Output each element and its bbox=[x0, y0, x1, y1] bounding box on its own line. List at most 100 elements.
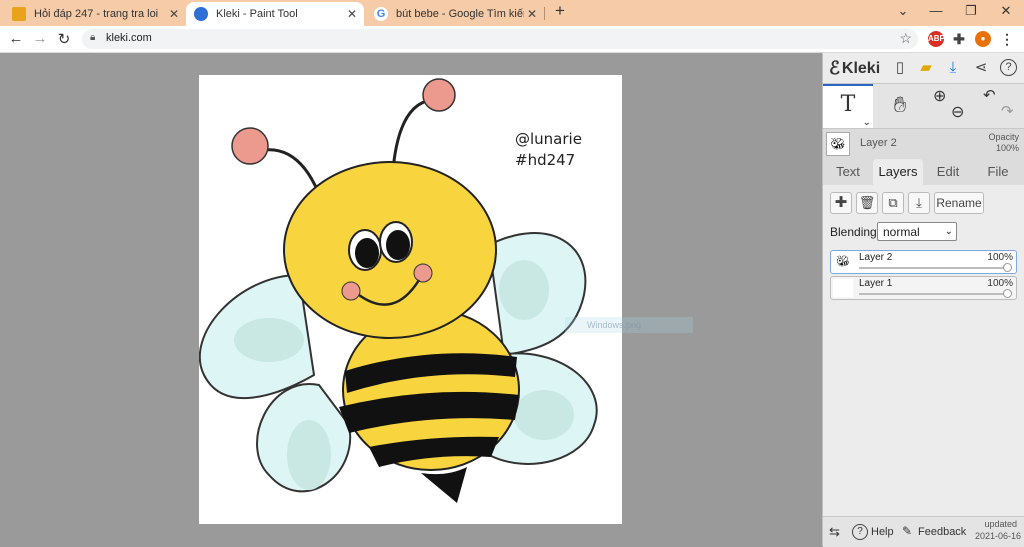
feedback-icon: ✎ bbox=[902, 524, 913, 538]
kleki-top-bar: ℰ Kleki ▯ ▰ ⤓ ⋖ ? bbox=[823, 53, 1024, 84]
tab-edit[interactable]: Edit bbox=[927, 159, 969, 185]
google-favicon-icon: G bbox=[374, 7, 388, 21]
layer-row[interactable]: Layer 1 100% bbox=[830, 276, 1017, 300]
kleki-logo-icon: ℰ bbox=[829, 58, 840, 78]
kleki-side-panel: ℰ Kleki ▯ ▰ ⤓ ⋖ ? T ⌄ ✋︎ ⊕ ⊖ ↶ ↷ 🐝︎ Laye… bbox=[822, 53, 1024, 547]
layer-opacity-slider[interactable] bbox=[859, 293, 1009, 295]
close-tab-icon[interactable]: ✕ bbox=[524, 7, 540, 21]
delete-layer-icon[interactable]: 🗑︎ bbox=[856, 192, 878, 214]
drawing-canvas[interactable]: @lunarie #hd247 bbox=[198, 75, 622, 524]
layer-name: Layer 1 bbox=[859, 278, 893, 289]
extensions-puzzle-icon[interactable]: ✚ bbox=[951, 31, 967, 47]
help-icon: ? bbox=[852, 524, 868, 540]
tab-file[interactable]: File bbox=[977, 159, 1019, 185]
current-layer-info: 🐝︎ Layer 2 Opacity 100% bbox=[823, 129, 1024, 159]
tab-title: Kleki - Paint Tool bbox=[216, 8, 298, 20]
help-link[interactable]: Help bbox=[871, 526, 894, 538]
hand-tool-button[interactable]: ✋︎ bbox=[875, 84, 925, 128]
watermark-overlay: Windows.png bbox=[565, 317, 693, 333]
lock-icon: 🔒︎ bbox=[90, 32, 96, 43]
zoom-tools: ⊕ ⊖ bbox=[927, 84, 977, 128]
bookmark-star-icon[interactable]: ☆ bbox=[899, 30, 912, 47]
add-layer-button[interactable]: ✚ bbox=[830, 192, 852, 214]
layer-opacity-handle[interactable] bbox=[1003, 263, 1012, 272]
layer-opacity: 100% bbox=[987, 252, 1013, 263]
updated-date: 2021-06-16 bbox=[974, 531, 1021, 541]
tab-layers[interactable]: Layers bbox=[873, 159, 923, 185]
wing-spot bbox=[514, 390, 574, 440]
kleki-logo[interactable]: ℰ Kleki bbox=[829, 58, 880, 79]
layer-opacity-slider[interactable] bbox=[859, 267, 1009, 269]
right-antenna bbox=[391, 98, 432, 171]
rename-layer-button[interactable]: Rename bbox=[934, 192, 984, 214]
wing-spot bbox=[287, 420, 331, 490]
opacity-label: Opacity bbox=[988, 132, 1019, 142]
blending-label: Blending bbox=[830, 225, 877, 239]
browser-toolbar: ← → ↻ 🔒︎ kleki.com ☆ ABP ✚ ● ⋮ bbox=[0, 26, 1024, 53]
layer-opacity: 100% bbox=[987, 278, 1013, 289]
profile-avatar[interactable]: ● bbox=[975, 31, 991, 47]
right-antenna-ball bbox=[422, 78, 456, 112]
left-antenna-ball bbox=[231, 127, 269, 165]
browser-tab-google[interactable]: G bút bebe - Google Tìm kiếm ✕ bbox=[366, 2, 544, 26]
zoom-out-icon[interactable]: ⊖ bbox=[951, 102, 964, 122]
layer-thumbnail: 🐝︎ bbox=[833, 253, 853, 271]
restore-icon[interactable]: ❐ bbox=[961, 3, 981, 19]
zoom-in-icon[interactable]: ⊕ bbox=[933, 86, 946, 106]
close-tab-icon[interactable]: ✕ bbox=[166, 7, 182, 21]
wing-spot bbox=[499, 260, 549, 320]
address-bar[interactable]: 🔒︎ kleki.com ☆ bbox=[82, 29, 918, 49]
bee-drawing: @lunarie #hd247 bbox=[198, 78, 598, 503]
reload-icon[interactable]: ↻ bbox=[54, 30, 74, 48]
text-tool-button[interactable]: T ⌄ bbox=[823, 84, 873, 128]
layer-row[interactable]: 🐝︎ Layer 2 100% bbox=[830, 250, 1017, 274]
open-folder-icon[interactable]: ▰ bbox=[917, 59, 935, 77]
menu-kebab-icon[interactable]: ⋮ bbox=[999, 31, 1015, 47]
new-image-icon[interactable]: ▯ bbox=[891, 59, 909, 77]
tab-divider bbox=[544, 7, 545, 20]
undo-icon[interactable]: ↶ bbox=[983, 86, 996, 104]
merge-layer-icon[interactable]: ⤓ bbox=[908, 192, 930, 214]
panel-tabs: Text Layers Edit File bbox=[823, 159, 1024, 185]
tab-text[interactable]: Text bbox=[827, 159, 869, 185]
download-icon[interactable]: ⤓ bbox=[944, 59, 962, 77]
back-icon[interactable]: ← bbox=[6, 30, 26, 47]
bee-body bbox=[339, 309, 520, 503]
wing-spot bbox=[234, 318, 304, 362]
text-tool-icon: T bbox=[840, 92, 856, 117]
url-text: kleki.com bbox=[106, 32, 152, 44]
layer-opacity-handle[interactable] bbox=[1003, 289, 1012, 298]
kleki-favicon-icon bbox=[194, 7, 208, 21]
tool-row: T ⌄ ✋︎ ⊕ ⊖ ↶ ↷ bbox=[823, 84, 1024, 129]
tab-title: bút bebe - Google Tìm kiếm bbox=[396, 8, 524, 20]
layer-thumbnail: 🐝︎ bbox=[826, 132, 850, 156]
share-icon[interactable]: ⋖ bbox=[972, 59, 990, 77]
tab-search-icon[interactable]: ⌄ bbox=[893, 3, 913, 19]
swap-side-icon[interactable]: ⇆ bbox=[829, 524, 840, 540]
browser-tab-hoidap[interactable]: Hỏi đáp 247 - trang tra loi ✕ bbox=[4, 2, 186, 26]
tab-title: Hỏi đáp 247 - trang tra loi bbox=[34, 8, 159, 20]
history-tools: ↶ ↷ bbox=[975, 84, 1024, 128]
layer-thumbnail bbox=[833, 279, 853, 297]
minimize-icon[interactable]: — bbox=[926, 3, 946, 18]
close-tab-icon[interactable]: ✕ bbox=[344, 7, 360, 21]
chevron-down-icon[interactable]: ⌄ bbox=[863, 117, 871, 128]
blending-select[interactable]: normal ⌄ bbox=[877, 222, 957, 241]
adblock-extension-icon[interactable]: ABP bbox=[928, 31, 945, 47]
browser-tab-strip: Hỏi đáp 247 - trang tra loi ✕ Kleki - Pa… bbox=[0, 0, 1024, 26]
browser-tab-kleki[interactable]: Kleki - Paint Tool ✕ bbox=[186, 2, 364, 26]
close-window-icon[interactable]: ✕ bbox=[996, 3, 1016, 19]
hand-icon: ✋︎ bbox=[893, 92, 907, 117]
blending-value: normal bbox=[883, 225, 920, 239]
updated-label: updated bbox=[984, 519, 1017, 529]
duplicate-layer-icon[interactable]: ⧉ bbox=[882, 192, 904, 214]
help-circle-icon[interactable]: ? bbox=[1000, 59, 1017, 76]
new-tab-button[interactable]: + bbox=[550, 1, 570, 21]
canvas-annotation-handle: @lunarie bbox=[515, 130, 582, 148]
forward-icon[interactable]: → bbox=[30, 30, 50, 47]
feedback-link[interactable]: Feedback bbox=[918, 526, 966, 538]
redo-icon[interactable]: ↷ bbox=[1001, 102, 1014, 120]
canvas-annotation-tag: #hd247 bbox=[515, 151, 575, 169]
opacity-value: 100% bbox=[995, 143, 1019, 153]
panel-footer: ⇆ ? Help ✎ Feedback updated 2021-06-16 bbox=[823, 516, 1024, 547]
